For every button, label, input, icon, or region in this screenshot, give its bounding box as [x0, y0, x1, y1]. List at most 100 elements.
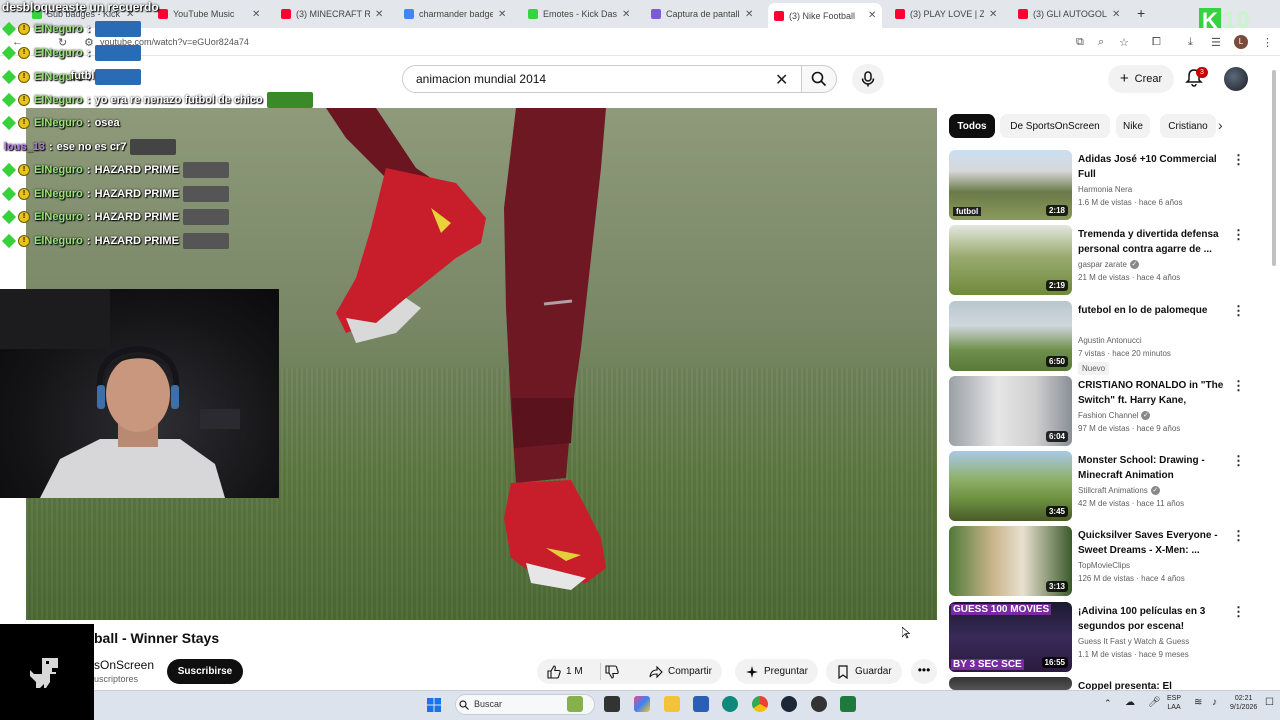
video-thumbnail[interactable]: futbol 2:18: [949, 150, 1072, 220]
close-tab-icon[interactable]: ✕: [989, 9, 997, 20]
video-thumbnail[interactable]: 2:19: [949, 225, 1072, 295]
video-thumbnail[interactable]: 6:04: [949, 376, 1072, 446]
video-thumbnail[interactable]: 3:45: [949, 451, 1072, 521]
reading-list-icon[interactable]: ☰: [1211, 36, 1221, 49]
clock[interactable]: 02:21 9/1/2026: [1230, 694, 1257, 712]
more-actions-button[interactable]: •••: [911, 659, 937, 684]
cloud-icon[interactable]: ☁: [1125, 698, 1135, 708]
filter-chip[interactable]: De SportsOnScreen: [1000, 114, 1110, 138]
copilot-icon[interactable]: [634, 696, 650, 712]
zoom-icon[interactable]: ⌕: [1098, 36, 1104, 49]
close-tab-icon[interactable]: ✕: [252, 9, 260, 20]
wifi-icon[interactable]: ≋: [1194, 698, 1202, 708]
channel-name[interactable]: gaspar zarate: [1078, 260, 1127, 269]
chat-username[interactable]: ElNeguro: [34, 211, 83, 223]
video-options-icon[interactable]: ⋮: [1232, 453, 1245, 469]
excel-icon[interactable]: [840, 696, 856, 712]
browser-tab[interactable]: charmander badge p ✕: [398, 4, 512, 24]
video-title[interactable]: futebol en lo de palomeque: [1078, 303, 1228, 333]
notification-center-icon[interactable]: ☐: [1265, 698, 1274, 708]
browser-profile-avatar[interactable]: L: [1234, 35, 1248, 49]
filter-chip[interactable]: Nike: [1116, 114, 1150, 138]
chat-username[interactable]: lous_13: [4, 141, 45, 153]
ask-button[interactable]: Preguntar: [735, 659, 818, 684]
close-tab-icon[interactable]: ✕: [1112, 9, 1120, 20]
account-avatar[interactable]: [1224, 67, 1248, 91]
channel-name[interactable]: Stillcraft Animations: [1078, 486, 1148, 495]
browser-tab[interactable]: (3) Nike Football ✕: [768, 3, 883, 28]
chrome-icon[interactable]: [752, 696, 768, 712]
video-title[interactable]: Adidas José +10 Commercial Full: [1078, 152, 1228, 182]
video-options-icon[interactable]: ⋮: [1232, 604, 1245, 620]
filter-chip[interactable]: Cristiano: [1160, 114, 1216, 138]
video-options-icon[interactable]: ⋮: [1232, 378, 1245, 394]
recommended-video[interactable]: Coppel presenta: El: [949, 677, 1264, 692]
channel-name[interactable]: sOnScreen: [94, 658, 154, 672]
video-options-icon[interactable]: ⋮: [1232, 303, 1245, 319]
recommended-video[interactable]: GUESS 100 MOVIES BY 3 SEC SCE 16:55 ¡Adivin…: [949, 602, 1264, 672]
subscribe-button[interactable]: Suscribirse: [167, 659, 243, 684]
search-input[interactable]: animacion mundial 2014 ✕: [402, 65, 802, 93]
recommended-video[interactable]: futbol 2:18 Adidas José +10 Commercial Ful…: [949, 150, 1264, 220]
browser-tab[interactable]: Captura de pantalla ✕: [645, 4, 759, 24]
channel-name[interactable]: Harmonia Nera: [1078, 185, 1132, 194]
video-thumbnail[interactable]: 3:13: [949, 526, 1072, 596]
recommended-video[interactable]: 2:19 Tremenda y divertida defensa persona…: [949, 225, 1264, 295]
filter-chip[interactable]: Todos: [949, 114, 995, 138]
close-tab-icon[interactable]: ✕: [868, 10, 876, 21]
video-thumbnail[interactable]: GUESS 100 MOVIES BY 3 SEC SCE 16:55: [949, 602, 1072, 672]
voice-search-button[interactable]: [852, 64, 884, 94]
channel-name[interactable]: Fashion Channel: [1078, 411, 1138, 420]
channel-name[interactable]: TopMovieClips: [1078, 561, 1130, 570]
browser-tab[interactable]: YouTube Music ✕: [152, 4, 266, 24]
video-options-icon[interactable]: ⋮: [1232, 528, 1245, 544]
chat-username[interactable]: ElNeguro: [34, 117, 83, 129]
extensions-icon[interactable]: ⧠: [1152, 36, 1161, 49]
video-title[interactable]: Tremenda y divertida defensa personal co…: [1078, 227, 1228, 257]
video-thumbnail[interactable]: 6:50: [949, 301, 1072, 371]
recommended-video[interactable]: 6:04 CRISTIANO RONALDO in "The Switch" ft…: [949, 376, 1264, 446]
new-tab-button[interactable]: +: [1137, 5, 1145, 21]
browser-tab[interactable]: (3) GLI AUTOGOL fe ✕: [1012, 4, 1126, 24]
search-highlight-icon[interactable]: [567, 696, 583, 712]
browser-menu-icon[interactable]: ⋮: [1262, 36, 1273, 49]
video-options-icon[interactable]: ⋮: [1232, 152, 1245, 168]
chat-username[interactable]: ElNeguro: [34, 235, 83, 247]
windows-start-icon[interactable]: [427, 698, 441, 712]
language-indicator[interactable]: ESP LAA: [1167, 694, 1181, 712]
volume-icon[interactable]: ♪: [1212, 698, 1217, 708]
save-button[interactable]: Guardar: [826, 659, 902, 684]
dislike-icon[interactable]: [605, 664, 619, 679]
close-tab-icon[interactable]: ✕: [375, 9, 383, 20]
like-icon[interactable]: [547, 664, 561, 679]
obs-icon[interactable]: [811, 696, 827, 712]
video-title[interactable]: Quicksilver Saves Everyone - Sweet Dream…: [1078, 528, 1228, 558]
browser-tab[interactable]: (3) MINECRAFT RAP ✕: [275, 4, 389, 24]
edge-icon[interactable]: [722, 696, 738, 712]
like-count[interactable]: 1 M: [566, 666, 583, 677]
channel-name[interactable]: Agustin Antonucci: [1078, 336, 1142, 345]
close-tab-icon[interactable]: ✕: [498, 9, 506, 20]
video-options-icon[interactable]: ⋮: [1232, 227, 1245, 243]
video-title[interactable]: Monster School: Drawing - Minecraft Anim…: [1078, 453, 1228, 483]
video-title[interactable]: CRISTIANO RONALDO in "The Switch" ft. Ha…: [1078, 378, 1228, 408]
tray-chevron-icon[interactable]: ⌃: [1104, 699, 1112, 708]
search-button[interactable]: [801, 65, 837, 93]
chat-username[interactable]: ElNeguro: [34, 47, 83, 59]
task-view-icon[interactable]: [604, 696, 620, 712]
bookmark-star-icon[interactable]: ☆: [1119, 36, 1129, 49]
recommended-video[interactable]: 3:13 Quicksilver Saves Everyone - Sweet D…: [949, 526, 1264, 596]
recommended-video[interactable]: 6:50 futebol en lo de palomeque Agustin An…: [949, 301, 1264, 375]
video-thumbnail[interactable]: [949, 677, 1072, 690]
chat-username[interactable]: ElNeguro: [34, 188, 83, 200]
chat-username[interactable]: ElNeguro: [34, 94, 83, 106]
clear-search-icon[interactable]: ✕: [775, 70, 788, 90]
mic-tray-icon[interactable]: 🎤︎: [1148, 698, 1161, 708]
browser-tab[interactable]: (3) PLAY LOVE | ZAR ✕: [889, 4, 1003, 24]
share-button[interactable]: Compartir: [639, 659, 722, 684]
create-button[interactable]: + Crear: [1108, 65, 1174, 93]
chips-next-icon[interactable]: ›: [1218, 117, 1223, 133]
browser-tab[interactable]: Emotes - Kick Dashb ✕: [522, 4, 636, 24]
channel-name[interactable]: Guess It Fast y Watch & Guess: [1078, 637, 1189, 646]
store-icon[interactable]: [693, 696, 709, 712]
